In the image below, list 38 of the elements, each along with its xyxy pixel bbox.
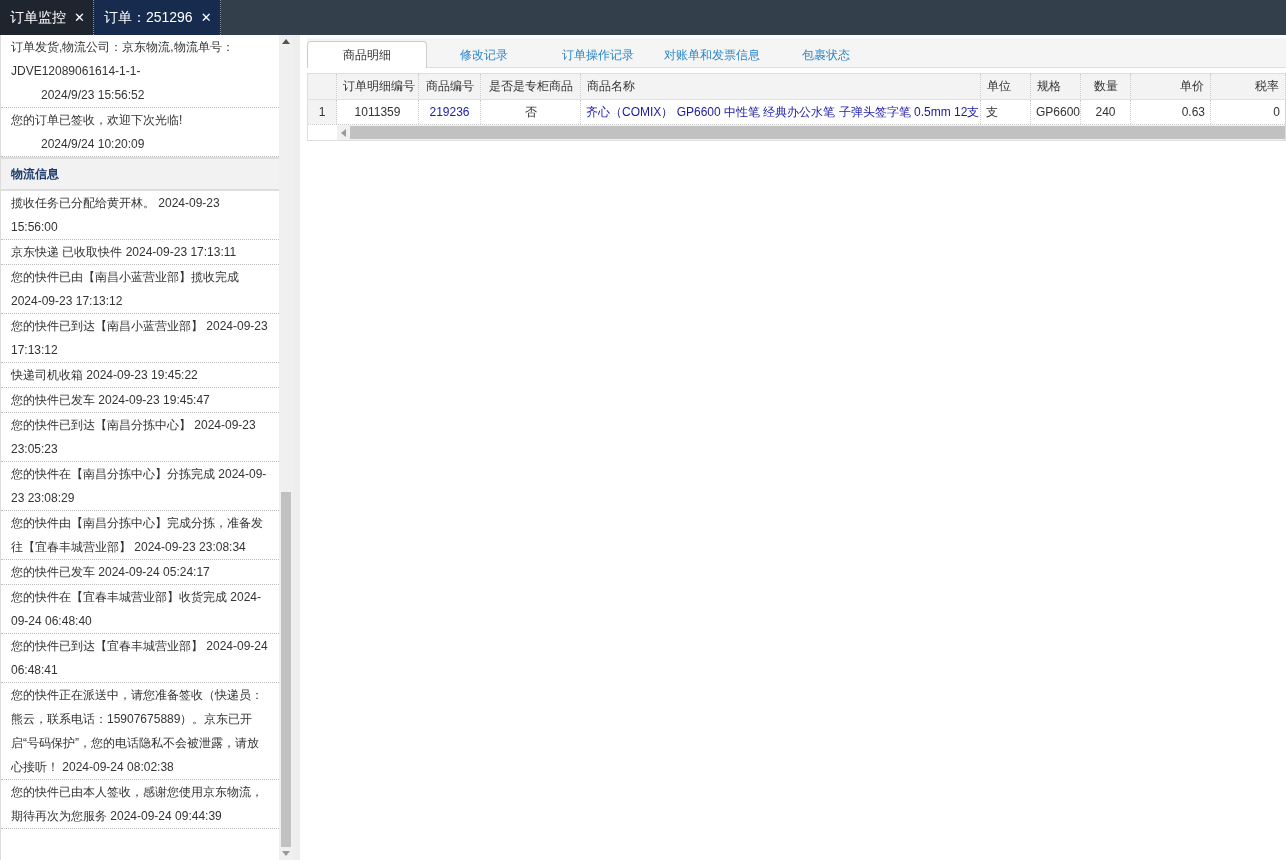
tab[interactable]: 修改记录 <box>427 41 541 68</box>
link-cell[interactable]: 齐心（COMIX） GP6600 中性笔 经典办公水笔 子弹头签字笔 0.5mm 12支 <box>581 100 981 124</box>
link-cell[interactable]: 219236 <box>419 100 481 124</box>
column-header: 单价 <box>1131 74 1211 100</box>
column-header: 订单明细编号 <box>337 74 419 100</box>
column-header: 商品编号 <box>419 74 481 100</box>
table-cell: 240 <box>1081 100 1131 124</box>
header-corner <box>308 74 337 100</box>
column-header: 商品名称 <box>581 74 981 100</box>
scroll-up-icon[interactable] <box>282 39 290 44</box>
status-text: 订单发货,物流公司：京东物流,物流单号：JDVE12089061614-1-1- <box>11 40 234 78</box>
status-time: 2024/9/24 10:20:09 <box>41 136 145 153</box>
status-text: 您的订单已签收，欢迎下次光临! <box>11 113 183 127</box>
tab[interactable]: 对账单和发票信息 <box>655 41 769 68</box>
scroll-left-icon[interactable] <box>341 128 346 137</box>
table-cell: 0.63 <box>1131 100 1211 124</box>
table-cell: GP6600 <box>1031 100 1081 124</box>
table-cell: 1011359 <box>337 100 419 124</box>
tab[interactable]: 包裹状态 <box>769 41 883 68</box>
status-time: 2024/9/23 15:56:52 <box>41 87 145 104</box>
close-icon[interactable]: ✕ <box>74 10 85 25</box>
table-cell: 否 <box>481 100 581 124</box>
tab[interactable]: 商品明细 <box>307 41 427 68</box>
section-title: 物流信息 <box>1 157 279 191</box>
table-cell: 支 <box>981 100 1031 124</box>
column-header: 数量 <box>1081 74 1131 100</box>
scroll-down-icon[interactable] <box>282 851 290 856</box>
scrollbar-thumb[interactable] <box>281 492 291 847</box>
tab[interactable]: 订单监控 ✕ <box>0 0 94 35</box>
close-icon[interactable]: ✕ <box>200 10 212 25</box>
tab[interactable]: 订单：251296 ✕ <box>93 0 221 35</box>
tab[interactable]: 订单操作记录 <box>541 41 655 68</box>
column-header: 税率 <box>1211 74 1286 100</box>
column-header: 是否是专柜商品 <box>481 74 581 100</box>
table-cell: 0 <box>1211 100 1286 124</box>
column-header: 单位 <box>981 74 1031 100</box>
column-header: 规格 <box>1031 74 1081 100</box>
row-number: 1 <box>308 100 337 124</box>
